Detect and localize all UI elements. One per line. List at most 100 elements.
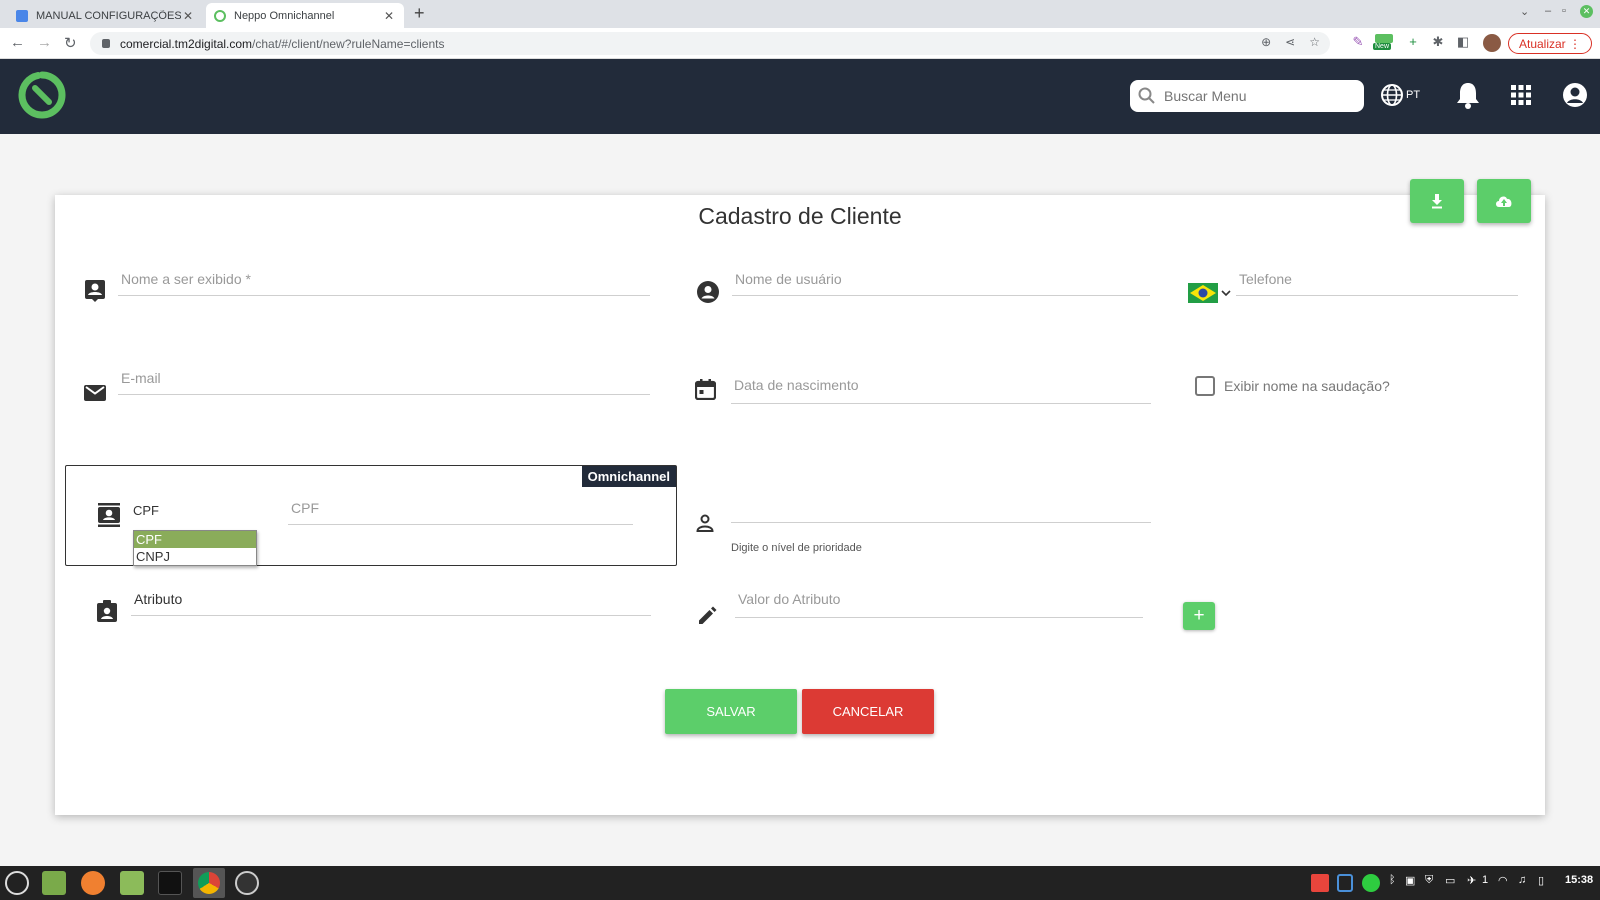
shield-tray-icon[interactable]	[1337, 874, 1353, 892]
new-extension-icon[interactable]: New	[1373, 34, 1395, 50]
show-desktop-icon[interactable]	[42, 871, 66, 895]
firefox-icon[interactable]	[81, 871, 105, 895]
app-header: PT	[0, 59, 1600, 134]
display-name-input[interactable]	[121, 271, 653, 287]
clock: 15:38	[1565, 874, 1594, 886]
brazil-flag-icon	[1188, 283, 1218, 303]
download-button[interactable]	[1410, 179, 1464, 223]
update-button[interactable]: Atualizar ⋮	[1508, 33, 1592, 54]
upload-cloud-button[interactable]	[1477, 179, 1531, 223]
attribute-value-input[interactable]	[738, 591, 1146, 607]
email-input[interactable]	[121, 370, 653, 386]
option-cnpj[interactable]: CNPJ	[134, 548, 256, 565]
battery-icon[interactable]: ▯	[1538, 874, 1544, 887]
document-number-input[interactable]	[291, 500, 636, 516]
chrome-icon	[198, 872, 220, 894]
cloud-upload-icon	[1496, 196, 1512, 207]
priority-input[interactable]	[734, 497, 1154, 513]
bluetooth-icon[interactable]: ᛒ	[1389, 874, 1396, 886]
bell-icon[interactable]	[1455, 81, 1481, 109]
address-toolbar: ← → ↻ comercial.tm2digital.com/chat/#/cl…	[0, 28, 1600, 59]
url-bar[interactable]: comercial.tm2digital.com/chat/#/client/n…	[90, 32, 1330, 55]
add-extension-icon[interactable]: +	[1405, 34, 1421, 50]
chevron-down-icon	[1221, 290, 1231, 297]
clipboard-tray-icon[interactable]: ▣	[1405, 874, 1415, 887]
username-input[interactable]	[735, 271, 1153, 287]
forward-icon[interactable]: →	[37, 34, 52, 51]
url-path: /chat/#/client/new?ruleName=clients	[252, 36, 445, 51]
bookmark-star-icon[interactable]: ☆	[1309, 35, 1320, 49]
attribute-field[interactable]	[131, 585, 654, 616]
files-icon[interactable]	[120, 871, 144, 895]
display-name-field[interactable]	[118, 265, 653, 296]
docs-icon	[16, 9, 28, 22]
security-tray-icon[interactable]: ⛨	[1425, 874, 1433, 887]
save-button[interactable]: SALVAR	[665, 689, 797, 734]
share-icon[interactable]: ⋖	[1285, 35, 1295, 49]
cancel-button[interactable]: CANCELAR	[802, 689, 934, 734]
omnichannel-tag: Omnichannel	[581, 466, 676, 487]
terminal-icon[interactable]	[158, 871, 182, 895]
priority-hint: Digite o nível de prioridade	[731, 542, 862, 554]
menu-search-input[interactable]	[1164, 88, 1354, 104]
document-type-select[interactable]: CPF	[133, 503, 159, 518]
neppo-logo-icon[interactable]	[18, 71, 66, 119]
obs-icon[interactable]	[235, 871, 259, 895]
tab-neppo[interactable]: Neppo Omnichannel ✕	[206, 3, 404, 28]
puzzle-extensions-icon[interactable]: ✱	[1430, 34, 1446, 50]
zoom-icon[interactable]: ⊕	[1261, 35, 1271, 49]
pencil-icon	[699, 606, 717, 624]
back-icon[interactable]: ←	[10, 34, 25, 51]
chrome-taskbar-item[interactable]	[193, 868, 225, 898]
document-type-dropdown: CPF CNPJ	[133, 530, 257, 566]
birthdate-field[interactable]	[731, 368, 1154, 404]
mint-menu-icon[interactable]	[5, 871, 29, 895]
tab-search-icon[interactable]: ⌄	[1520, 5, 1529, 18]
phone-field[interactable]	[1236, 265, 1521, 296]
new-tab-icon[interactable]: +	[414, 3, 425, 24]
close-tab-icon[interactable]: ✕	[181, 9, 195, 23]
client-form-card: Cadastro de Cliente Nome a ser exibido *…	[55, 179, 1545, 815]
priority-field[interactable]	[731, 491, 1154, 523]
update-label: Atualizar	[1518, 36, 1566, 51]
omnichannel-document-group: Omnichannel CPF CPF CNPJ	[65, 465, 677, 566]
user-circle-icon	[697, 281, 719, 303]
language-selector[interactable]: PT	[1380, 83, 1420, 107]
pen-extension-icon[interactable]: ✎	[1350, 34, 1366, 50]
birthdate-input[interactable]	[734, 377, 1154, 393]
tray-count: 1	[1482, 874, 1489, 886]
attribute-value-field[interactable]	[735, 585, 1146, 618]
close-window-icon[interactable]: ✕	[1580, 5, 1593, 18]
country-flag-selector[interactable]	[1188, 283, 1231, 303]
email-icon	[84, 385, 106, 401]
document-number-field[interactable]	[288, 494, 636, 525]
greeting-checkbox[interactable]	[1195, 376, 1215, 396]
clipboard-user-icon	[97, 600, 117, 622]
add-attribute-button[interactable]: +	[1183, 602, 1215, 630]
search-icon	[1138, 87, 1155, 104]
account-circle-icon[interactable]	[1562, 82, 1588, 108]
attribute-input[interactable]	[134, 591, 654, 607]
tab-title: MANUAL CONFIGURAÇÕES D	[36, 9, 181, 22]
option-cpf[interactable]: CPF	[134, 531, 256, 548]
profile-avatar[interactable]	[1483, 34, 1501, 52]
minimize-icon[interactable]: –	[1545, 5, 1551, 17]
maximize-icon[interactable]: ▫	[1562, 5, 1566, 17]
side-panel-icon[interactable]: ◧	[1455, 34, 1471, 50]
apps-grid-icon[interactable]	[1510, 84, 1532, 106]
person-outline-icon	[696, 514, 714, 532]
email-field[interactable]	[118, 364, 653, 395]
page-title: Cadastro de Cliente	[698, 203, 902, 229]
anydesk-tray-icon[interactable]	[1311, 874, 1329, 892]
phone-input[interactable]	[1239, 271, 1521, 287]
tab-manual[interactable]: MANUAL CONFIGURAÇÕES D ✕	[8, 3, 203, 28]
reload-icon[interactable]: ↻	[64, 34, 77, 52]
close-tab-icon[interactable]: ✕	[382, 9, 396, 23]
check-tray-icon[interactable]	[1362, 874, 1380, 892]
wifi-icon[interactable]: ◠	[1498, 874, 1508, 887]
cpu-tray-icon[interactable]: ▭	[1445, 874, 1455, 887]
menu-search-box[interactable]	[1130, 80, 1364, 112]
username-field[interactable]	[732, 265, 1153, 296]
music-icon[interactable]: ♫	[1518, 874, 1526, 886]
notification-tray-icon[interactable]: ✈	[1467, 874, 1476, 887]
